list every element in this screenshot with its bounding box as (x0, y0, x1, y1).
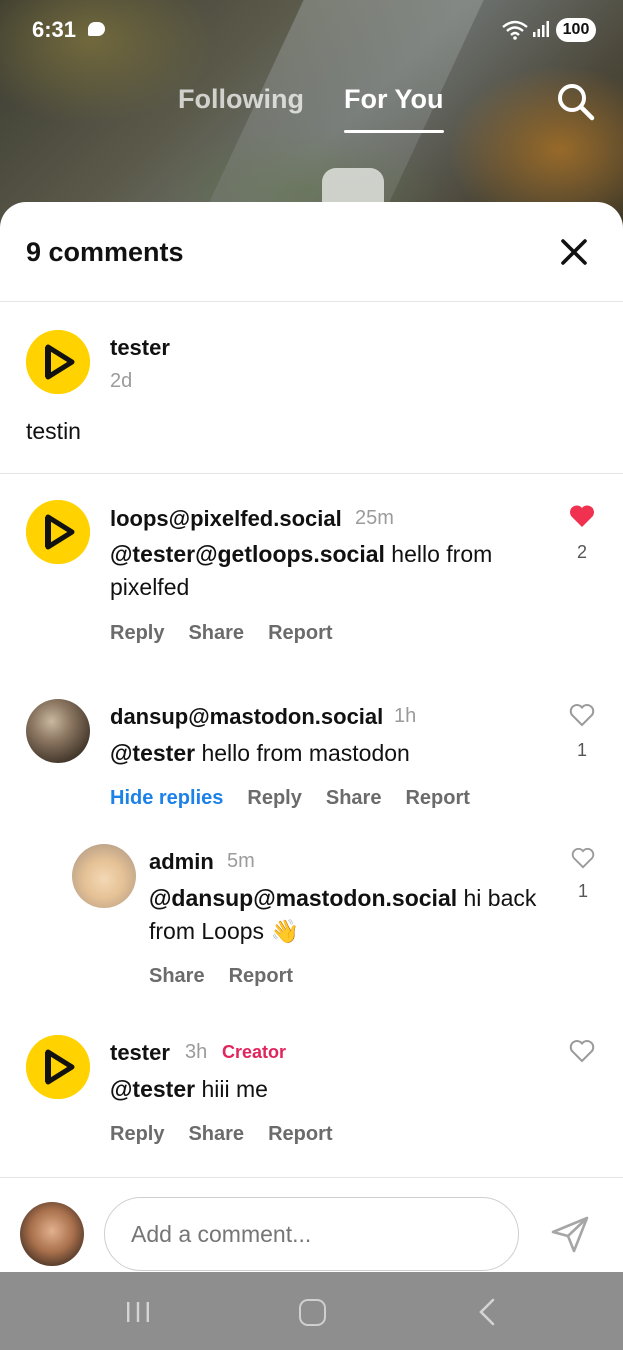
chat-bubble-icon (88, 22, 105, 36)
reply-button[interactable]: Reply (110, 1123, 164, 1146)
comment-username[interactable]: admin (149, 849, 214, 875)
loops-logo-icon (26, 500, 90, 564)
heart-icon[interactable] (571, 847, 595, 869)
status-bar: 6:31 100 (0, 0, 623, 60)
loops-logo-icon (26, 1035, 90, 1099)
system-nav-bar (0, 1272, 623, 1350)
close-icon[interactable] (560, 238, 588, 266)
heart-icon[interactable] (569, 1039, 595, 1063)
comment-time: 25m (355, 507, 394, 529)
battery-indicator: 100 (556, 18, 596, 42)
mention-link[interactable]: @tester (110, 1076, 195, 1102)
sheet-header: 9 comments (0, 202, 623, 302)
comment-time: 1h (394, 705, 417, 727)
back-icon[interactable] (477, 1298, 497, 1326)
share-button[interactable]: Share (326, 787, 382, 810)
comment-actions: Reply Share Report (110, 1123, 357, 1146)
comments-count-title: 9 comments (26, 237, 184, 267)
comment-time: 5m (227, 850, 255, 872)
comment-actions: Reply Share Report (110, 622, 357, 645)
avatar[interactable] (26, 330, 90, 394)
comment-username[interactable]: dansup@mastodon.social (110, 704, 383, 730)
like-count: 1 (576, 740, 587, 760)
loops-logo-icon (26, 330, 90, 394)
send-icon[interactable] (550, 1215, 590, 1253)
comment-input[interactable] (104, 1197, 519, 1271)
comment-text: @dansup@mastodon.social hi back from Loo… (149, 885, 537, 944)
creator-badge: Creator (222, 1042, 287, 1062)
avatar[interactable] (26, 1035, 90, 1099)
post-time: 2d (110, 370, 133, 392)
tab-following[interactable]: Following (178, 84, 304, 115)
search-icon[interactable] (555, 81, 595, 121)
share-button[interactable]: Share (188, 622, 244, 645)
reply-button[interactable]: Reply (247, 787, 301, 810)
avatar[interactable] (26, 699, 90, 763)
comment-actions: Share Report (149, 965, 317, 988)
comments-sheet: 9 comments tester 2d testin loops@pixelf… (0, 202, 623, 1272)
feed-tabs: Following For You (0, 80, 623, 140)
recent-apps-icon[interactable] (124, 1300, 152, 1324)
original-post: tester 2d testin (0, 302, 623, 474)
report-button[interactable]: Report (268, 622, 332, 645)
status-time: 6:31 (32, 17, 77, 42)
like-count: 2 (576, 542, 587, 562)
wifi-icon (502, 20, 528, 40)
current-user-avatar[interactable] (20, 1202, 84, 1266)
mention-link[interactable]: @tester (110, 740, 195, 766)
tab-active-indicator (344, 130, 444, 133)
mention-link[interactable]: @tester@getloops.social (110, 541, 385, 567)
comment-actions: Hide replies Reply Share Report (110, 787, 494, 810)
post-text: testin (26, 418, 81, 444)
hide-replies-button[interactable]: Hide replies (110, 787, 223, 810)
signal-icon (533, 21, 549, 37)
comment-text: @tester hello from mastodon (110, 740, 410, 766)
tab-for-you[interactable]: For You (344, 84, 444, 115)
report-button[interactable]: Report (229, 965, 293, 988)
heart-icon[interactable] (569, 703, 595, 727)
post-username[interactable]: tester (110, 335, 170, 361)
comment-time: 3h (185, 1041, 208, 1063)
share-button[interactable]: Share (149, 965, 205, 988)
mention-link[interactable]: @dansup@mastodon.social (149, 885, 457, 911)
heart-icon[interactable] (569, 504, 595, 528)
avatar[interactable] (72, 844, 136, 908)
home-icon[interactable] (299, 1299, 326, 1326)
comment-text: @tester@getloops.social hello from pixel… (110, 541, 493, 600)
reply-button[interactable]: Reply (110, 622, 164, 645)
comment-username[interactable]: loops@pixelfed.social (110, 506, 342, 532)
avatar[interactable] (26, 500, 90, 564)
composer-divider (0, 1177, 623, 1178)
share-button[interactable]: Share (188, 1123, 244, 1146)
report-button[interactable]: Report (405, 787, 469, 810)
comment-username[interactable]: tester (110, 1040, 170, 1066)
comment-text: @tester hiii me (110, 1076, 268, 1102)
report-button[interactable]: Report (268, 1123, 332, 1146)
like-count: 1 (577, 881, 588, 901)
